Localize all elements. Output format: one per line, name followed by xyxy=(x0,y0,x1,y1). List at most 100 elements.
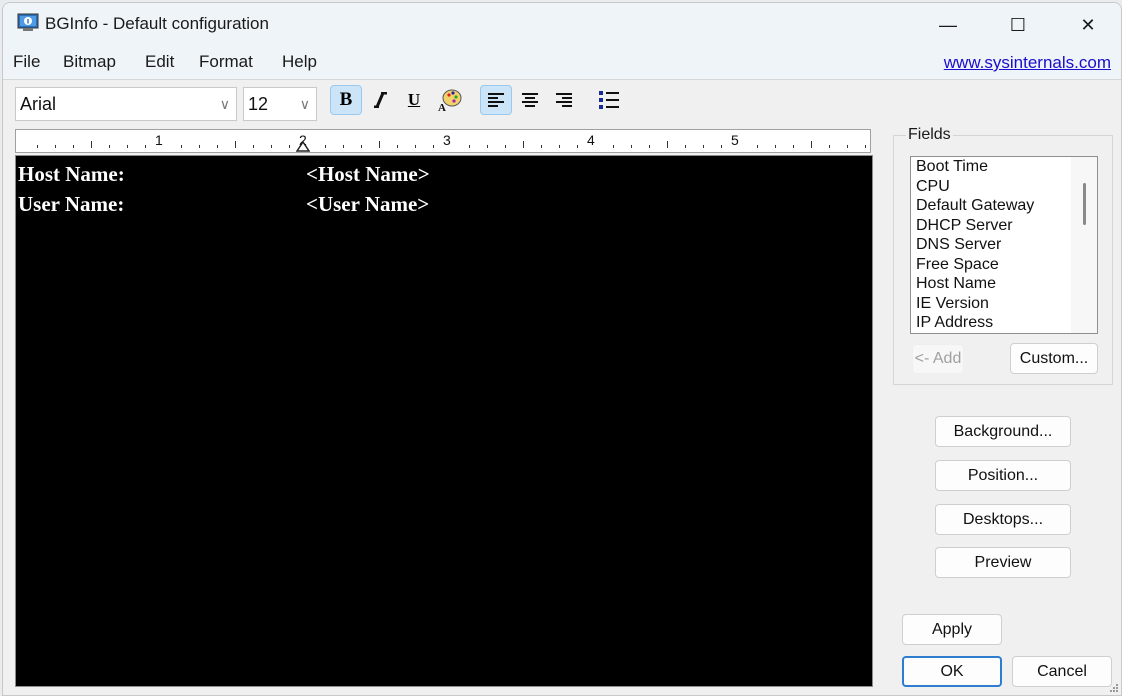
svg-text:A: A xyxy=(438,102,446,112)
editor-value-user: <User Name> xyxy=(306,192,430,216)
fields-list[interactable]: Boot Time CPU Default Gateway DHCP Serve… xyxy=(910,156,1098,334)
font-select[interactable]: Arial ∨ xyxy=(15,87,237,121)
maximize-icon: ☐ xyxy=(1009,14,1027,35)
ruler-tick xyxy=(37,145,38,148)
underline-button[interactable]: U xyxy=(398,85,430,115)
cancel-button[interactable]: Cancel xyxy=(1012,656,1112,687)
preview-button[interactable]: Preview xyxy=(935,547,1071,578)
ruler-tick xyxy=(775,145,776,148)
ruler-tick xyxy=(235,141,236,148)
ruler-tick xyxy=(55,145,56,148)
ruler-tick xyxy=(217,145,218,148)
ruler-tick xyxy=(685,145,686,148)
ruler-tick xyxy=(487,145,488,148)
window-title: BGInfo - Default configuration xyxy=(45,14,269,33)
minimize-button[interactable]: — xyxy=(913,3,983,47)
ruler-tick xyxy=(127,145,128,148)
position-button[interactable]: Position... xyxy=(935,460,1071,491)
ruler-tick xyxy=(181,145,182,148)
ruler: 1 2 3 4 5 xyxy=(15,129,871,153)
editor-label-host: Host Name: xyxy=(18,162,125,186)
text-color-button[interactable]: A xyxy=(434,85,466,115)
ruler-tick xyxy=(91,141,92,148)
background-button[interactable]: Background... xyxy=(935,416,1071,447)
apply-button[interactable]: Apply xyxy=(902,614,1002,645)
field-item[interactable]: IE Version xyxy=(911,294,1097,314)
fields-legend: Fields xyxy=(906,126,953,144)
minimize-icon: — xyxy=(939,14,957,35)
ruler-label: 3 xyxy=(443,132,451,148)
ruler-tick xyxy=(667,141,668,148)
bullets-button[interactable] xyxy=(593,85,625,115)
field-item[interactable]: DNS Server xyxy=(911,235,1097,255)
ruler-tick xyxy=(847,145,848,148)
ruler-tick xyxy=(757,145,758,148)
field-item[interactable]: IP Address xyxy=(911,313,1097,333)
align-left-button[interactable] xyxy=(480,85,512,115)
align-right-icon xyxy=(556,93,572,107)
ruler-tick xyxy=(865,145,866,148)
text-editor[interactable]: Host Name: <Host Name> User Name: <User … xyxy=(15,155,873,687)
close-icon: ✕ xyxy=(1080,14,1096,35)
ruler-tick xyxy=(109,145,110,148)
ruler-tick xyxy=(271,145,272,148)
align-center-icon xyxy=(522,93,538,107)
italic-button[interactable] xyxy=(364,85,396,115)
ruler-tick xyxy=(379,141,380,148)
menu-bitmap[interactable]: Bitmap xyxy=(63,52,116,72)
ruler-tick xyxy=(145,145,146,148)
align-right-button[interactable] xyxy=(548,85,580,115)
ruler-tick xyxy=(469,145,470,148)
align-center-button[interactable] xyxy=(514,85,546,115)
menu-edit[interactable]: Edit xyxy=(145,52,174,72)
field-item[interactable]: Default Gateway xyxy=(911,196,1097,216)
underline-icon: U xyxy=(407,90,421,109)
ruler-label: 5 xyxy=(731,132,739,148)
bold-button[interactable]: B xyxy=(330,85,362,115)
field-item[interactable]: CPU xyxy=(911,177,1097,197)
menu-help[interactable]: Help xyxy=(282,52,317,72)
ruler-tick xyxy=(325,145,326,148)
font-size-select[interactable]: 12 ∨ xyxy=(243,87,317,121)
maximize-button[interactable]: ☐ xyxy=(983,3,1053,47)
ruler-tick xyxy=(613,145,614,148)
menu-bar: File Bitmap Edit Format Help www.sysinte… xyxy=(3,47,1121,80)
ruler-tick xyxy=(199,145,200,148)
ruler-tick xyxy=(415,145,416,148)
field-item[interactable]: DHCP Server xyxy=(911,216,1097,236)
scrollbar-thumb[interactable] xyxy=(1083,183,1086,225)
custom-field-button[interactable]: Custom... xyxy=(1010,343,1098,374)
ruler-tick xyxy=(793,145,794,148)
chevron-down-icon: ∨ xyxy=(219,96,230,112)
menu-format[interactable]: Format xyxy=(199,52,253,72)
bginfo-window: BGInfo - Default configuration — ☐ ✕ Fil… xyxy=(2,2,1122,696)
ruler-tick xyxy=(649,145,650,148)
field-item[interactable]: Boot Time xyxy=(911,157,1097,177)
palette-icon: A xyxy=(438,89,462,112)
italic-icon xyxy=(374,92,387,108)
menu-file[interactable]: File xyxy=(13,52,40,72)
ruler-tick xyxy=(631,145,632,148)
bold-icon: B xyxy=(339,89,353,110)
sysinternals-link[interactable]: www.sysinternals.com xyxy=(944,53,1111,73)
ruler-label: 1 xyxy=(155,132,163,148)
chevron-down-icon: ∨ xyxy=(299,96,310,112)
ok-button[interactable]: OK xyxy=(902,656,1002,687)
ruler-tick xyxy=(343,145,344,148)
fields-scrollbar[interactable] xyxy=(1071,157,1097,333)
ruler-tick xyxy=(253,145,254,148)
ruler-tick xyxy=(505,145,506,148)
tab-stop-marker[interactable] xyxy=(296,140,310,152)
ruler-tick xyxy=(577,145,578,148)
close-button[interactable]: ✕ xyxy=(1053,3,1121,47)
font-size-value: 12 xyxy=(248,94,269,114)
desktops-button[interactable]: Desktops... xyxy=(935,504,1071,535)
ruler-tick xyxy=(73,145,74,148)
add-field-button[interactable]: <- Add xyxy=(912,344,964,374)
field-item[interactable]: Free Space xyxy=(911,255,1097,275)
ruler-tick xyxy=(703,145,704,148)
ruler-tick xyxy=(721,145,722,148)
resize-grip-icon[interactable] xyxy=(1108,682,1118,692)
editor-value-host: <Host Name> xyxy=(306,162,430,186)
field-item[interactable]: Host Name xyxy=(911,274,1097,294)
